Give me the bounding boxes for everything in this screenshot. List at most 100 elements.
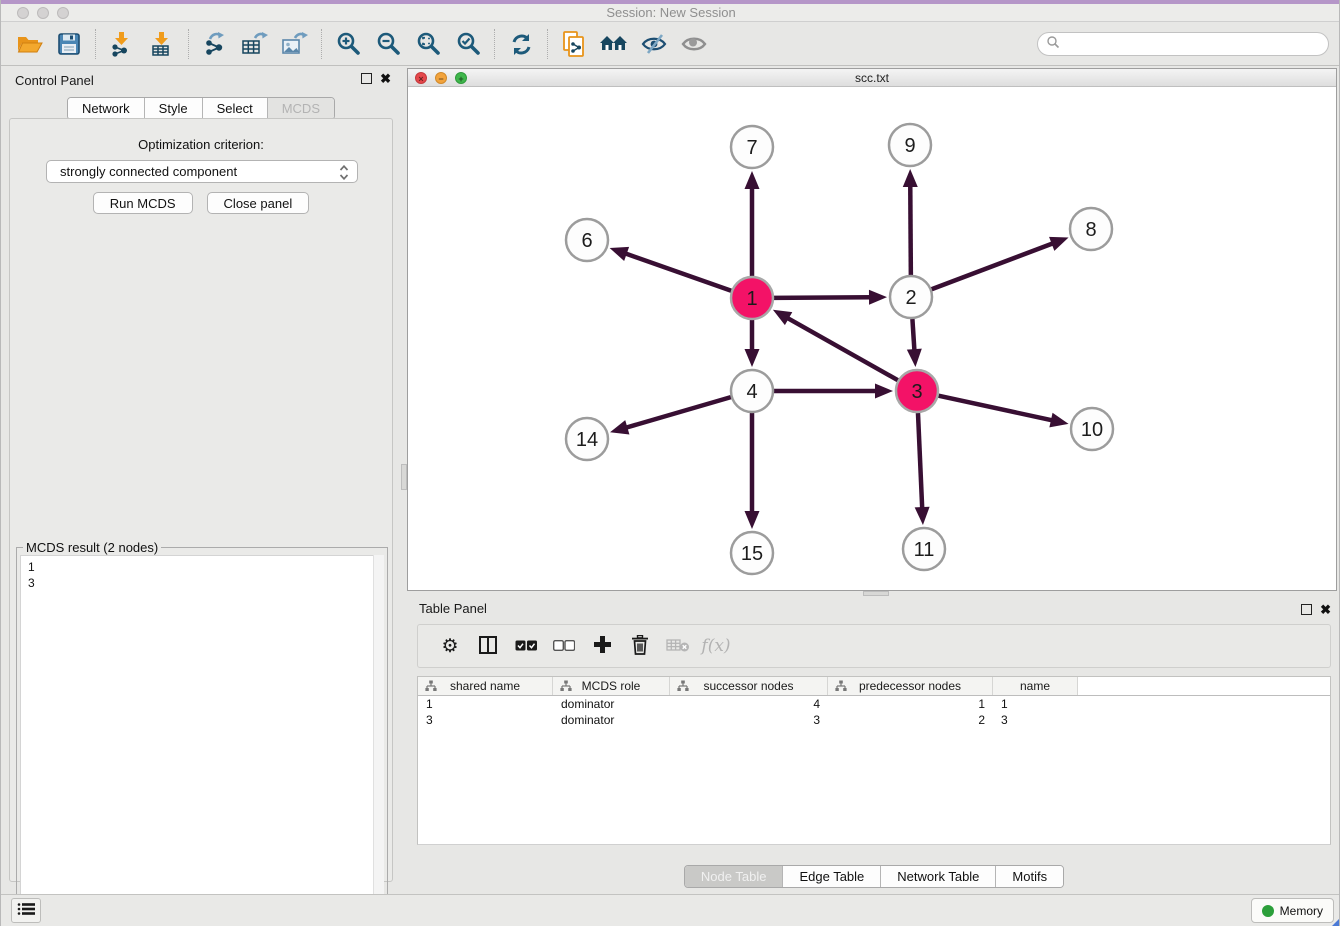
node-label: 14 <box>576 429 598 451</box>
delete-column-button[interactable] <box>621 628 659 664</box>
graph-edge-3-10[interactable] <box>938 396 1053 421</box>
edge-arrowhead <box>903 169 918 187</box>
table-cell[interactable]: 1 <box>828 696 993 712</box>
close-panel-icon[interactable]: ✖ <box>380 73 391 84</box>
show-graphics-details-button[interactable] <box>674 26 714 62</box>
graph-edge-1-2[interactable] <box>774 297 872 298</box>
task-history-button[interactable] <box>11 898 41 923</box>
hide-details-button[interactable] <box>634 26 674 62</box>
network-canvas[interactable]: 1234678910111415 <box>408 87 1336 590</box>
tab-select[interactable]: Select <box>202 98 267 119</box>
close-panel-icon[interactable]: ✖ <box>1320 604 1331 615</box>
two-houses-icon <box>599 32 629 56</box>
add-column-button[interactable] <box>583 628 621 664</box>
zoom-selected-button[interactable] <box>448 26 488 62</box>
search-field[interactable] <box>1037 32 1329 56</box>
export-table-button[interactable] <box>235 26 275 62</box>
duplicate-network-icon <box>561 30 587 58</box>
node-label: 4 <box>746 381 757 403</box>
search-input[interactable] <box>1060 34 1328 54</box>
deselect-all-columns-button[interactable] <box>545 628 583 664</box>
column-header-successor-nodes[interactable]: successor nodes <box>670 677 828 695</box>
import-table-button[interactable] <box>142 26 182 62</box>
mcds-panel: Optimization criterion: strongly connect… <box>9 118 393 882</box>
open-folder-icon <box>16 32 43 56</box>
table-panel-title: Table Panel <box>419 601 487 616</box>
column-chooser-button[interactable] <box>469 628 507 664</box>
node-table[interactable]: shared nameMCDS rolesuccessor nodesprede… <box>417 676 1331 845</box>
graph-edge-2-3[interactable] <box>912 319 914 352</box>
refresh-button[interactable] <box>501 26 541 62</box>
table-cell[interactable]: 3 <box>670 712 828 728</box>
table-cell[interactable]: 3 <box>418 712 553 728</box>
tab-edge-table[interactable]: Edge Table <box>782 866 880 887</box>
save-disk-icon <box>57 32 81 56</box>
tab-style[interactable]: Style <box>144 98 202 119</box>
tab-mcds[interactable]: MCDS <box>267 98 334 119</box>
duplicate-network-button[interactable] <box>554 26 594 62</box>
table-cell[interactable]: 2 <box>828 712 993 728</box>
memory-label: Memory <box>1280 904 1323 918</box>
toolbar-separator <box>188 29 189 59</box>
column-header-name[interactable]: name <box>993 677 1078 695</box>
node-label: 11 <box>914 539 935 561</box>
table-row[interactable]: 3dominator323 <box>418 712 1330 728</box>
float-panel-icon[interactable] <box>361 73 372 84</box>
table-row[interactable]: 1dominator411 <box>418 696 1330 712</box>
unchecked-boxes-icon <box>553 639 575 654</box>
graph-edge-2-9[interactable] <box>910 184 911 275</box>
network-window-titlebar[interactable]: × − + scc.txt <box>408 69 1336 87</box>
function-builder-button: f(x) <box>697 628 735 664</box>
table-cell[interactable]: 1 <box>993 696 1078 712</box>
tab-network-table[interactable]: Network Table <box>880 866 995 887</box>
criterion-select-value: strongly connected component <box>60 164 237 179</box>
network-graph[interactable]: 1234678910111415 <box>408 87 1336 590</box>
memory-button[interactable]: Memory <box>1251 898 1334 923</box>
zoom-out-icon <box>375 31 401 57</box>
tab-network[interactable]: Network <box>68 98 144 119</box>
table-cell[interactable]: 3 <box>993 712 1078 728</box>
graph-edge-2-8[interactable] <box>932 243 1055 289</box>
node-label: 6 <box>581 230 592 252</box>
criterion-select[interactable]: strongly connected component <box>46 160 358 183</box>
table-settings-button[interactable]: ⚙ <box>431 628 469 664</box>
table-cell[interactable]: dominator <box>553 712 670 728</box>
run-mcds-button[interactable]: Run MCDS <box>93 192 193 214</box>
search-icon <box>1046 35 1060 54</box>
tab-motifs[interactable]: Motifs <box>995 866 1063 887</box>
graph-edge-1-6[interactable] <box>624 253 731 291</box>
mcds-result-text[interactable]: 1 3 <box>20 555 384 924</box>
zoom-fit-button[interactable] <box>408 26 448 62</box>
column-header-MCDS-role[interactable]: MCDS role <box>553 677 670 695</box>
node-label: 7 <box>746 137 757 159</box>
table-cell[interactable]: 4 <box>670 696 828 712</box>
tab-node-table[interactable]: Node Table <box>685 866 783 887</box>
result-scrollbar[interactable] <box>373 555 384 924</box>
export-table-icon <box>241 31 269 57</box>
column-header-predecessor-nodes[interactable]: predecessor nodes <box>828 677 993 695</box>
export-image-button[interactable] <box>275 26 315 62</box>
zoom-out-button[interactable] <box>368 26 408 62</box>
float-panel-icon[interactable] <box>1301 604 1312 615</box>
zoom-in-button[interactable] <box>328 26 368 62</box>
first-neighbors-button[interactable] <box>594 26 634 62</box>
memory-status-icon <box>1262 905 1274 917</box>
graph-edge-4-14[interactable] <box>624 397 730 428</box>
table-cell[interactable]: dominator <box>553 696 670 712</box>
import-network-button[interactable] <box>102 26 142 62</box>
edge-arrowhead <box>907 349 922 367</box>
columns-icon <box>478 635 498 658</box>
table-cell[interactable]: 1 <box>418 696 553 712</box>
select-all-columns-button[interactable] <box>507 628 545 664</box>
window-top-accent <box>1 0 1340 4</box>
graph-edge-3-11[interactable] <box>918 413 922 510</box>
open-session-button[interactable] <box>9 26 49 62</box>
column-header-shared-name[interactable]: shared name <box>418 677 553 695</box>
window-resize-grip[interactable] <box>1332 917 1340 926</box>
toolbar-separator <box>494 29 495 59</box>
close-panel-button[interactable]: Close panel <box>207 192 310 214</box>
graph-edge-3-1[interactable] <box>786 317 898 380</box>
save-session-button[interactable] <box>49 26 89 62</box>
export-network-icon <box>202 31 228 57</box>
export-network-button[interactable] <box>195 26 235 62</box>
